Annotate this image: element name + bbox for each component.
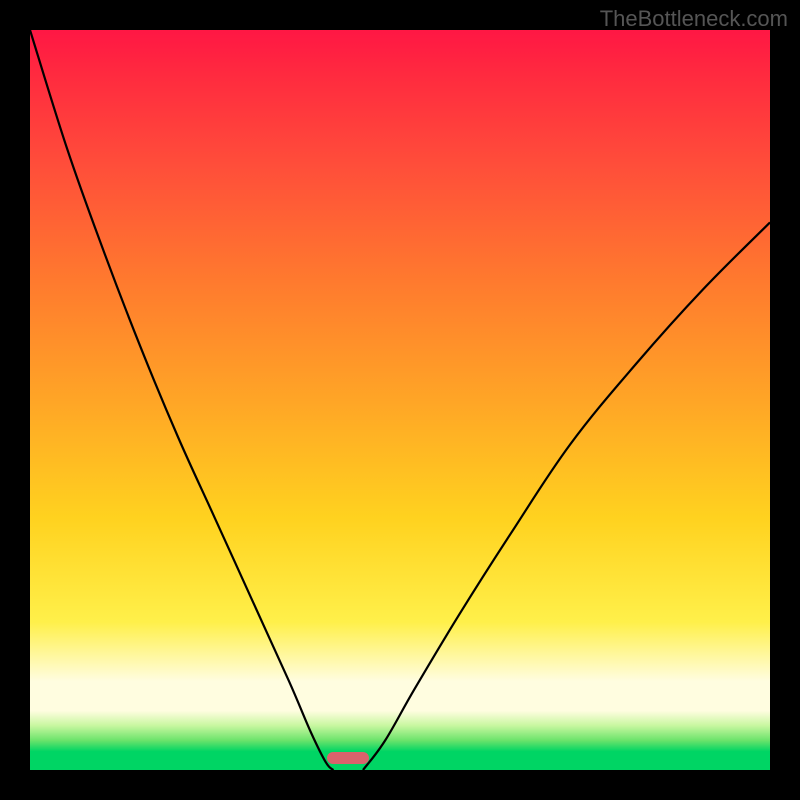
chart-frame: TheBottleneck.com [0,0,800,800]
watermark-text: TheBottleneck.com [600,6,788,32]
bottleneck-curves [30,30,770,770]
curve-left [30,30,333,770]
plot-area [30,30,770,770]
target-marker [327,752,369,764]
curve-right [363,222,770,770]
